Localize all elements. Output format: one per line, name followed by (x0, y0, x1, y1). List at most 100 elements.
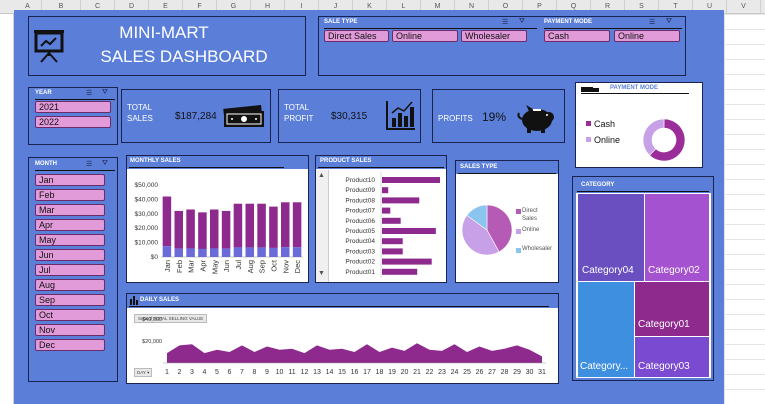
kpi-profit-percent: PROFITS 19% (432, 89, 565, 143)
treemap-area: Category04 Category02 Category... Catego… (576, 193, 711, 378)
product-label: Product05 (345, 228, 375, 235)
bar-lower-sep (257, 247, 266, 257)
bar-lower-oct (269, 247, 278, 257)
bar-lower-may (209, 248, 219, 257)
x-tick-label: 1 (165, 369, 169, 376)
x-tick-label: 22 (426, 369, 434, 376)
dashboard-title-line1: MINI-MART (119, 23, 209, 42)
daily-sales-area (167, 343, 542, 363)
y-tick-label: $10,000 (135, 240, 159, 247)
payment-donut (642, 118, 686, 162)
row-header-bar (0, 14, 14, 404)
legend-online-label: Online (522, 227, 540, 233)
year-option-2022[interactable]: 2022 (35, 116, 111, 128)
bar-product06 (382, 217, 401, 224)
sales-type-chart: SALES TYPE Direct Sales Online Wholesale… (455, 160, 559, 283)
x-tick-label: 11 (288, 369, 295, 376)
clear-filter-icon[interactable]: ⛛ (102, 89, 108, 97)
month-option-jun[interactable]: Jun (35, 249, 105, 261)
clear-filter-icon[interactable]: ⛛ (519, 18, 525, 26)
y-tick-label: $40,000 (135, 196, 159, 203)
bar-product09 (382, 187, 389, 194)
column-header-v[interactable]: V (727, 0, 761, 14)
clear-filter-icon[interactable]: ⛛ (102, 160, 108, 168)
multi-select-icon[interactable]: ☰ (502, 18, 508, 26)
bar-feb (174, 210, 184, 249)
sale-type-option-wholesaler[interactable]: Wholesaler (461, 30, 527, 42)
x-tick-label: 10 (276, 369, 284, 376)
treemap-label-category-other: Category... (580, 361, 629, 372)
month-option-jan[interactable]: Jan (35, 174, 105, 186)
payment-option-online[interactable]: Online (614, 30, 680, 42)
x-tick-label: Aug (246, 260, 255, 273)
sale-type-option-online[interactable]: Online (392, 30, 458, 42)
multi-select-icon[interactable]: ☰ (86, 160, 92, 168)
column-header-w[interactable]: W (761, 0, 765, 14)
sale-type-option-direct-sales[interactable]: Direct Sales (324, 30, 389, 42)
product-label: Product07 (345, 208, 375, 215)
payment-option-cash[interactable]: Cash (544, 30, 610, 42)
month-option-jul[interactable]: Jul (35, 264, 105, 276)
x-tick-label: Jun (222, 260, 231, 272)
month-option-sep[interactable]: Sep (35, 294, 105, 306)
category-chart: CATEGORY Category04 Category02 Category.… (572, 176, 714, 381)
bar-lower-mar (186, 248, 195, 257)
year-slicer-title: YEAR (35, 90, 52, 96)
payment-mode-underline (544, 28, 682, 29)
year-option-2021[interactable]: 2021 (35, 101, 111, 113)
x-tick-label: 26 (476, 369, 484, 376)
product-label: Product04 (345, 238, 375, 245)
month-option-feb[interactable]: Feb (35, 189, 105, 201)
month-option-mar[interactable]: Mar (35, 204, 105, 216)
presentation-board-icon (34, 30, 64, 63)
x-tick-label: 30 (526, 369, 534, 376)
monthly-sales-underline (129, 167, 284, 168)
legend-online-swatch (516, 229, 521, 234)
sale-type-slicer-title: SALE TYPE (324, 19, 358, 25)
x-tick-label: May (210, 260, 219, 274)
month-option-aug[interactable]: Aug (35, 279, 105, 291)
legend-direct-swatch (516, 209, 521, 214)
bar-apr (198, 212, 207, 249)
treemap-label-category03: Category03 (638, 361, 690, 372)
kpi-sales-label-2: SALES (127, 114, 153, 123)
month-slicer: MONTH ☰ ⛛ Jan Feb Mar Apr May Jun Jul Aug Sep Oct… (28, 157, 118, 382)
bar-product04 (382, 238, 403, 245)
top-slicers-panel: SALE TYPE ☰ ⛛ Direct Sales Online Wholes… (318, 16, 686, 76)
month-option-dec[interactable]: Dec (35, 339, 105, 351)
payment-mode-chart: PAYMENT MODE Cash Online (575, 82, 703, 168)
product-sales-underline (318, 167, 444, 168)
multi-select-icon[interactable]: ☰ (649, 18, 655, 26)
x-tick-label: Mar (187, 260, 196, 273)
dashboard-title-line2: SALES DASHBOARD (100, 47, 268, 66)
category-underline (577, 191, 709, 192)
x-tick-label: 3 (190, 369, 194, 376)
x-tick-label: 20 (401, 369, 409, 376)
x-tick-label: 28 (501, 369, 509, 376)
category-title: CATEGORY (581, 182, 615, 188)
clear-filter-icon[interactable]: ⛛ (666, 18, 672, 26)
x-tick-label: 9 (265, 369, 269, 376)
scroll-up-icon[interactable]: ▲ (318, 172, 325, 179)
product-scrollbar[interactable]: ▲ ▼ (316, 170, 329, 282)
daily-sales-underline (129, 306, 549, 307)
month-option-oct[interactable]: Oct (35, 309, 105, 321)
month-option-apr[interactable]: Apr (35, 219, 105, 231)
treemap-label-category01: Category01 (638, 319, 690, 330)
product-label: Product08 (345, 197, 375, 204)
product-sales-title: PRODUCT SALES (320, 158, 372, 164)
sales-type-pie (461, 204, 513, 256)
x-tick-label: 17 (363, 369, 371, 376)
bar-lower-dec (292, 247, 302, 257)
x-tick-label: Nov (281, 260, 290, 274)
bar-may (209, 209, 219, 249)
bar-lower-jul (233, 247, 243, 257)
scroll-down-icon[interactable]: ▼ (318, 270, 325, 277)
treemap-label-category04: Category04 (582, 265, 634, 276)
bar-product07 (382, 207, 391, 214)
sale-type-underline (324, 28, 537, 29)
month-option-nov[interactable]: Nov (35, 324, 105, 336)
x-tick-label: 24 (451, 369, 459, 376)
multi-select-icon[interactable]: ☰ (86, 89, 92, 97)
month-option-may[interactable]: May (35, 234, 105, 246)
